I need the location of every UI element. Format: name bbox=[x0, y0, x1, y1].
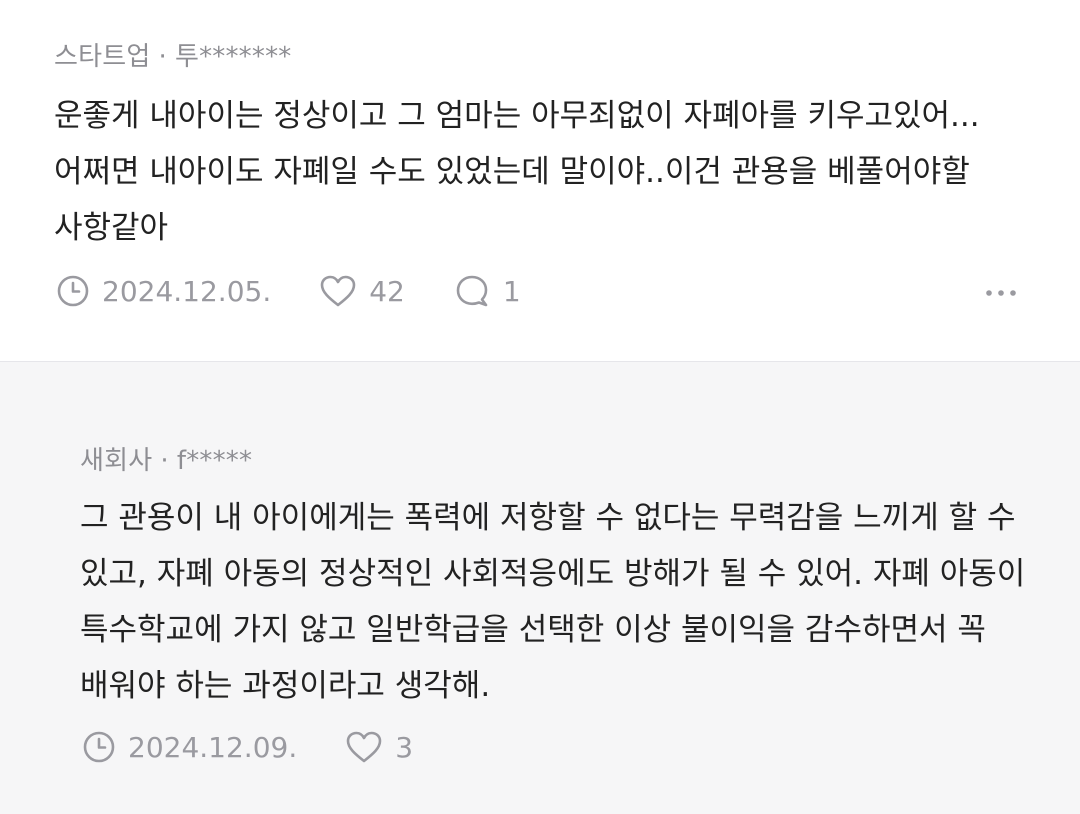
meta-separator: · bbox=[158, 42, 167, 72]
comment-footer: 2024.12.05. 42 1 bbox=[56, 268, 521, 314]
more-options-button[interactable] bbox=[984, 278, 1018, 308]
speech-bubble-icon bbox=[455, 274, 491, 308]
clock-icon bbox=[56, 274, 90, 308]
reply-date-label: 2024.12.09. bbox=[128, 730, 298, 764]
comment-meta: 스타트업 · 투******* bbox=[54, 36, 291, 73]
reply-like-button[interactable]: 3 bbox=[345, 730, 413, 764]
heart-icon bbox=[345, 730, 383, 764]
reply-meta: 새회사 · f***** bbox=[80, 440, 252, 477]
heart-icon bbox=[319, 274, 357, 308]
comment-reply-count: 1 bbox=[502, 274, 521, 308]
comment-reply-button[interactable]: 1 bbox=[455, 274, 521, 308]
comment-text: 운좋게 내아이는 정상이고 그 엄마는 아무죄없이 자폐아를 키우고있어...어… bbox=[54, 98, 980, 246]
reply-category[interactable]: 새회사 bbox=[80, 446, 152, 476]
reply-card: 새회사 · f***** 그 관용이 내 아이에게는 폭력에 저항할 수 없다는 무… bbox=[0, 362, 1080, 814]
reply-author[interactable]: f***** bbox=[177, 446, 252, 476]
more-dots-icon bbox=[985, 289, 1017, 297]
comment-category[interactable]: 스타트업 bbox=[54, 42, 150, 72]
reply-text: 그 관용이 내 아이에게는 폭력에 저항할 수 없다는 무력감을 느끼게 할 수… bbox=[80, 500, 1026, 704]
comment-card: 스타트업 · 투******* 운좋게 내아이는 정상이고 그 엄마는 아무죄없이 … bbox=[0, 0, 1080, 362]
reply-footer: 2024.12.09. 3 bbox=[82, 724, 413, 770]
comment-like-button[interactable]: 42 bbox=[319, 274, 405, 308]
meta-separator: · bbox=[160, 446, 169, 476]
comment-author[interactable]: 투******* bbox=[175, 42, 292, 72]
reply-like-count: 3 bbox=[395, 730, 414, 764]
comment-date: 2024.12.05. bbox=[56, 274, 271, 308]
reply-date: 2024.12.09. bbox=[82, 730, 297, 764]
clock-icon bbox=[82, 730, 116, 764]
comment-like-count: 42 bbox=[369, 274, 405, 308]
comment-date-label: 2024.12.05. bbox=[102, 274, 272, 308]
